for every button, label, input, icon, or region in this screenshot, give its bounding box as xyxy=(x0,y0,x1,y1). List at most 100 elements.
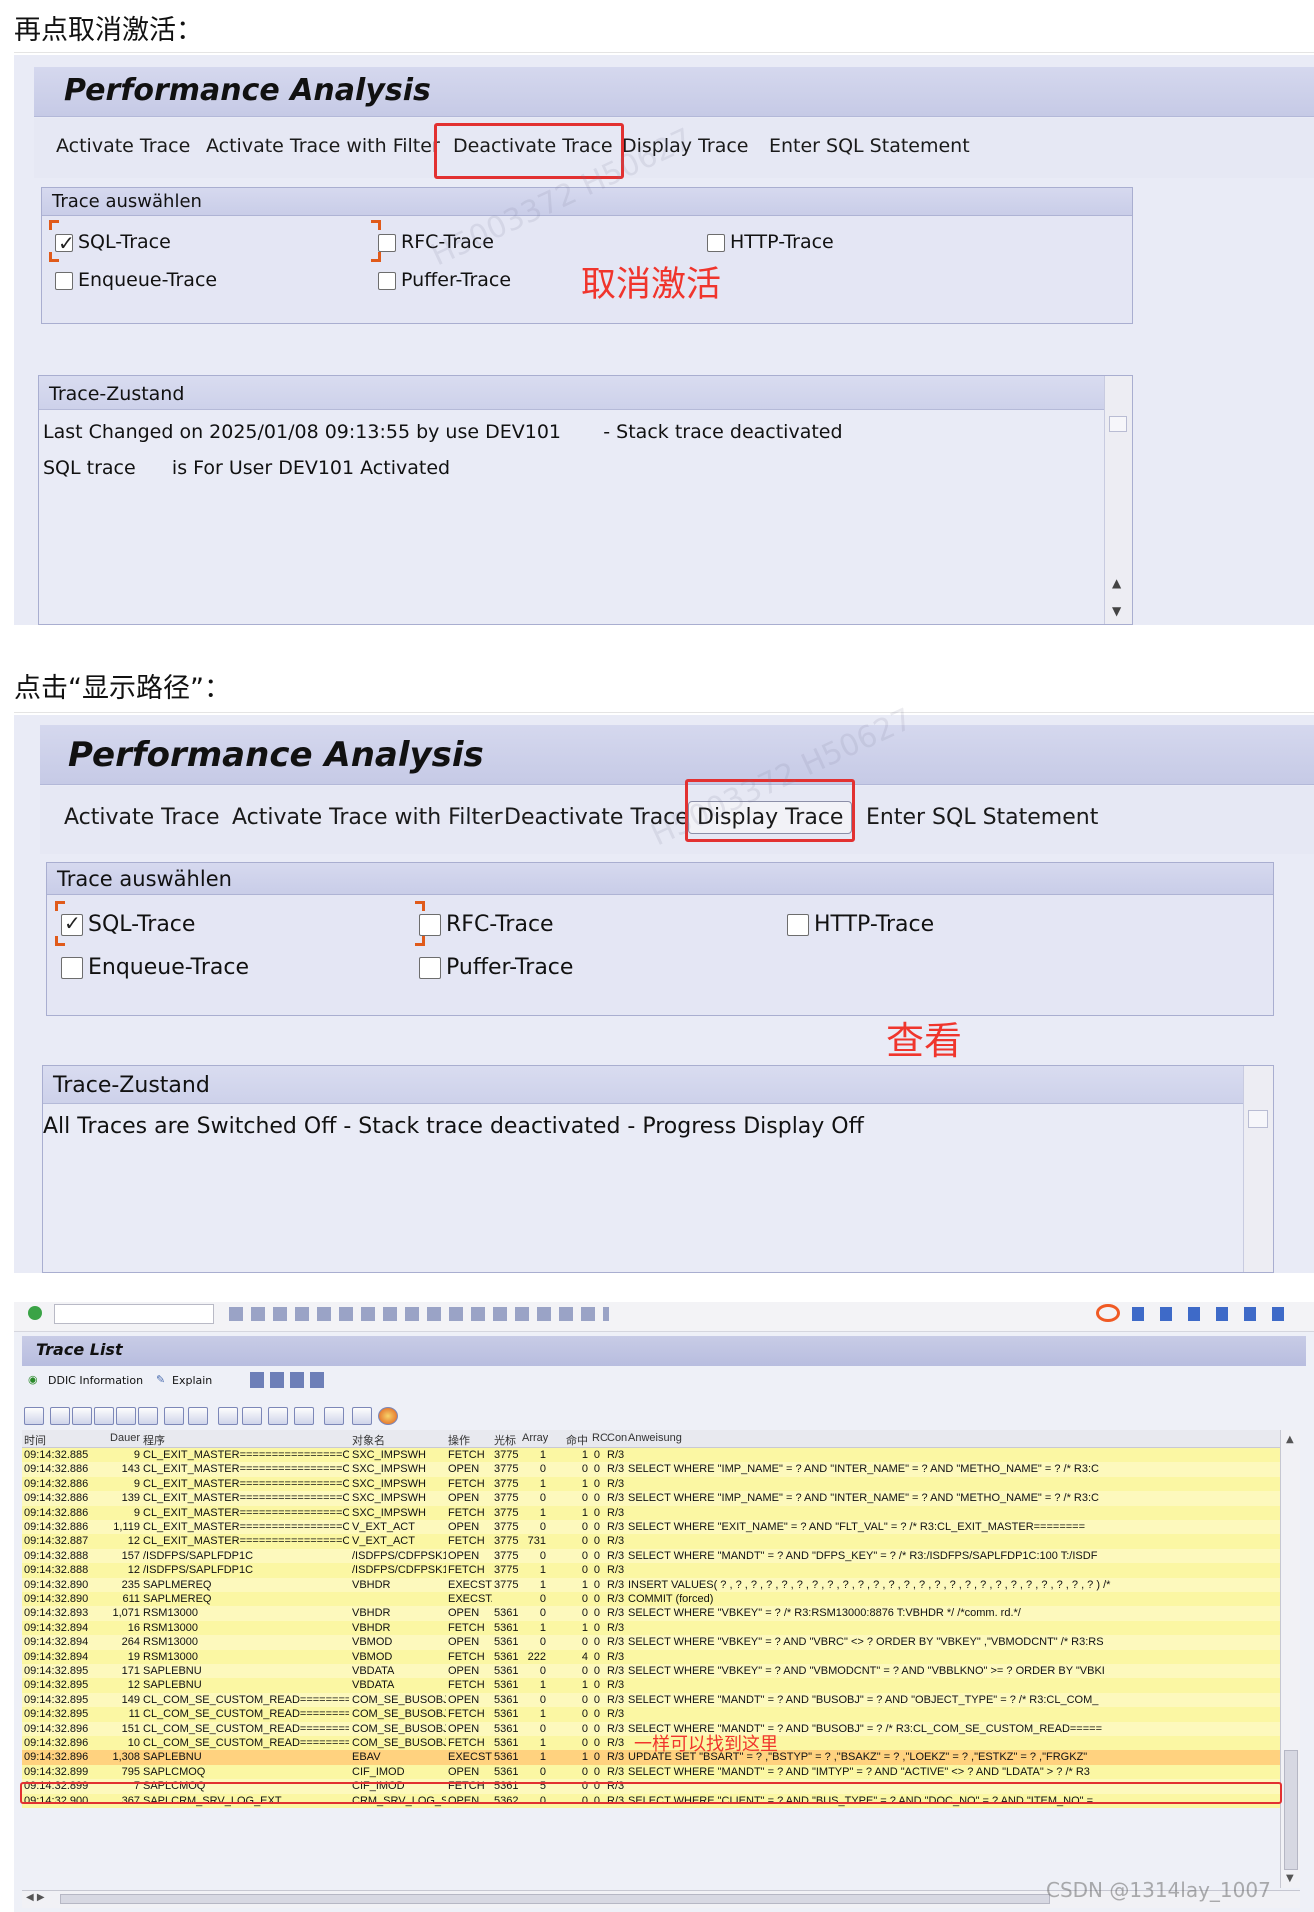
table-row[interactable]: 09:14:32.890611SAPLMEREQEXECSTA000R/3COM… xyxy=(22,1592,1280,1607)
http-trace-checkbox[interactable]: HTTP-Trace xyxy=(707,231,834,253)
ddic-info-button[interactable]: DDIC Information xyxy=(48,1374,143,1387)
help-icon[interactable] xyxy=(1096,1304,1120,1322)
table-row[interactable]: 09:14:32.894 19 RSM13000 VBMOD FETCH 5361 222 4… xyxy=(22,1649,1280,1664)
checkbox-icon[interactable] xyxy=(55,271,73,290)
scroll-up-icon[interactable]: ▲ xyxy=(1286,1434,1294,1445)
table-row[interactable]: 09:14:32.893 1,071 RSM13000 VBHDR OPEN 5361 0 0… xyxy=(22,1606,1280,1621)
table-row[interactable]: 09:14:32.886 143 CL_EXIT_MASTER===========… xyxy=(22,1462,1280,1477)
sort-asc-icon[interactable] xyxy=(50,1407,70,1425)
checkbox-icon[interactable] xyxy=(707,233,725,252)
col-header-object[interactable]: 对象名 xyxy=(352,1432,385,1448)
enter-sql-button[interactable]: Enter SQL Statement xyxy=(866,805,1098,830)
checkbox-label: RFC-Trace xyxy=(401,231,494,253)
cell-operation: OPEN xyxy=(448,1492,480,1505)
activate-trace-filter-button[interactable]: Activate Trace with Filter xyxy=(232,805,503,830)
explain-button[interactable]: Explain xyxy=(172,1374,212,1387)
col-header-array[interactable]: Array xyxy=(522,1432,548,1444)
col-header-time[interactable]: 时间 xyxy=(24,1432,46,1448)
info-icon[interactable] xyxy=(352,1407,372,1425)
scroll-corner-icon[interactable] xyxy=(1109,416,1127,432)
graphic-icon[interactable] xyxy=(324,1407,344,1425)
scroll-down-icon[interactable]: ▼ xyxy=(1112,604,1121,618)
display-trace-button[interactable]: Display Trace xyxy=(622,135,748,157)
cell-operation: FETCH xyxy=(448,1564,485,1577)
checkbox-icon[interactable] xyxy=(61,911,83,936)
checkbox-icon[interactable] xyxy=(55,231,75,255)
system-icons[interactable] xyxy=(1132,1307,1292,1321)
find-icon[interactable] xyxy=(24,1407,44,1425)
table-row[interactable]: 09:14:32.895 11 CL_COM_SE_CUSTOM_READ=====… xyxy=(22,1707,1280,1722)
table-row[interactable]: 09:14:32.894 16 RSM13000 VBHDR FETCH 5361 1 1 0 R… xyxy=(22,1620,1280,1636)
enqueue-trace-checkbox[interactable]: Enqueue-Trace xyxy=(61,955,249,980)
col-header-program[interactable]: 程序 xyxy=(143,1432,165,1448)
table-row[interactable]: 09:14:32.895 171 SAPLEBNU VBDATA OPEN 5361 0 0 0… xyxy=(22,1664,1280,1679)
rfc-trace-checkbox[interactable]: RFC-Trace xyxy=(419,912,554,937)
col-header-duration[interactable]: Dauer xyxy=(92,1432,140,1444)
deactivate-trace-button[interactable]: Deactivate Trace xyxy=(504,805,689,830)
table-row[interactable]: 09:14:32.899 795 SAPLCMOQ CIF_IMOD OPEN 5361 0… xyxy=(22,1764,1280,1780)
cell-rc: 0 xyxy=(593,1679,600,1692)
view-icon[interactable] xyxy=(242,1407,262,1425)
find-next-icon[interactable] xyxy=(116,1407,136,1425)
table-row[interactable]: 09:14:32.887 12 CL_EXIT_MASTER============… xyxy=(22,1534,1280,1549)
activate-trace-button[interactable]: Activate Trace xyxy=(56,135,190,157)
scroll-thumb[interactable] xyxy=(60,1894,1050,1904)
sql-trace-checkbox[interactable]: SQL-Trace xyxy=(55,231,171,255)
col-header-rc[interactable]: RC xyxy=(592,1432,608,1444)
scroll-down-icon[interactable]: ▼ xyxy=(1286,1873,1294,1884)
table-row[interactable]: 09:14:32.894 264 RSM13000 VBMOD OPEN 5361 0 0 0 R… xyxy=(22,1635,1280,1650)
table-row[interactable]: 09:14:32.888 12/ISDFPS/SAPLFDP1C/ISDFPS/C… xyxy=(22,1563,1280,1578)
puffer-trace-checkbox[interactable]: Puffer-Trace xyxy=(378,269,511,291)
toolbar-icons[interactable] xyxy=(250,1372,330,1388)
checkbox-icon[interactable] xyxy=(787,914,809,936)
table-row[interactable]: 09:14:32.886 139 CL_EXIT_MASTER===========… xyxy=(22,1491,1280,1506)
col-header-operation[interactable]: 操作 xyxy=(448,1432,470,1448)
table-row[interactable]: 09:14:32.886 9 CL_EXIT_MASTER=============… xyxy=(22,1476,1280,1492)
caption-display: 点击“显示路径”： xyxy=(14,673,231,704)
layout-icon[interactable] xyxy=(294,1407,314,1425)
enqueue-trace-checkbox[interactable]: Enqueue-Trace xyxy=(55,269,217,291)
http-trace-checkbox[interactable]: HTTP-Trace xyxy=(787,912,934,937)
table-row[interactable]: 09:14:32.886 9 CL_EXIT_MASTER=============… xyxy=(22,1505,1280,1520)
filter-icon[interactable] xyxy=(138,1407,158,1425)
sql-trace-checkbox[interactable]: SQL-Trace xyxy=(61,911,195,937)
scroll-corner-icon[interactable] xyxy=(1248,1110,1268,1128)
group-icon[interactable] xyxy=(94,1407,114,1425)
cell-time: 09:14:32.886 xyxy=(24,1506,88,1519)
sum-icon[interactable] xyxy=(164,1407,184,1425)
table-row[interactable]: 09:14:32.886 1,119 CL_EXIT_MASTER=========… xyxy=(22,1520,1280,1535)
checkbox-icon[interactable] xyxy=(419,957,441,979)
scroll-left-icon[interactable]: ◀ ▶ xyxy=(26,1892,45,1903)
table-row[interactable]: 09:14:32.888 157/ISDFPS/SAPLFDP1C/ISDFPS/… xyxy=(22,1548,1280,1564)
col-header-hits[interactable]: 命中 xyxy=(562,1432,588,1448)
checkbox-icon[interactable] xyxy=(419,914,441,936)
checkbox-icon[interactable] xyxy=(378,233,396,252)
command-field[interactable] xyxy=(54,1304,214,1324)
scrollbar[interactable]: ▲ ▼ xyxy=(1104,376,1132,624)
table-row[interactable]: 09:14:32.885 9 CL_EXIT_MASTER=============… xyxy=(22,1448,1280,1463)
standard-toolbar-icons[interactable] xyxy=(229,1307,609,1321)
col-header-cursor[interactable]: 光标 xyxy=(494,1432,516,1448)
vertical-scrollbar[interactable]: ▲ ▼ xyxy=(1280,1430,1300,1888)
rfc-trace-checkbox[interactable]: RFC-Trace xyxy=(378,231,494,253)
print-icon[interactable] xyxy=(218,1407,238,1425)
enter-icon[interactable] xyxy=(28,1306,42,1320)
table-row[interactable]: 09:14:32.895 149 CL_COM_SE_CUSTOM_READ====… xyxy=(22,1692,1280,1708)
col-header-con[interactable]: Con xyxy=(607,1432,627,1444)
table-row[interactable]: 09:14:32.895 12 SAPLEBNU VBDATA FETCH 5361 1 1 0… xyxy=(22,1678,1280,1693)
scroll-thumb[interactable] xyxy=(1284,1750,1298,1870)
activate-trace-button[interactable]: Activate Trace xyxy=(64,805,220,830)
col-header-statement[interactable]: Anweisung xyxy=(628,1432,682,1444)
puffer-trace-checkbox[interactable]: Puffer-Trace xyxy=(419,955,573,980)
scroll-up-icon[interactable]: ▲ xyxy=(1112,576,1121,590)
abc-analysis-icon[interactable] xyxy=(378,1407,398,1425)
activate-trace-filter-button[interactable]: Activate Trace with Filter xyxy=(206,135,440,157)
scrollbar[interactable] xyxy=(1243,1066,1273,1272)
sort-desc-icon[interactable] xyxy=(72,1407,92,1425)
checkbox-icon[interactable] xyxy=(378,271,396,290)
checkbox-icon[interactable] xyxy=(61,957,83,979)
subtotal-icon[interactable] xyxy=(188,1407,208,1425)
export-icon[interactable] xyxy=(268,1407,288,1425)
enter-sql-button[interactable]: Enter SQL Statement xyxy=(769,135,970,157)
table-row[interactable]: 09:14:32.890 235SAPLMEREQ VBHDR EXECSTM3775… xyxy=(22,1577,1280,1592)
